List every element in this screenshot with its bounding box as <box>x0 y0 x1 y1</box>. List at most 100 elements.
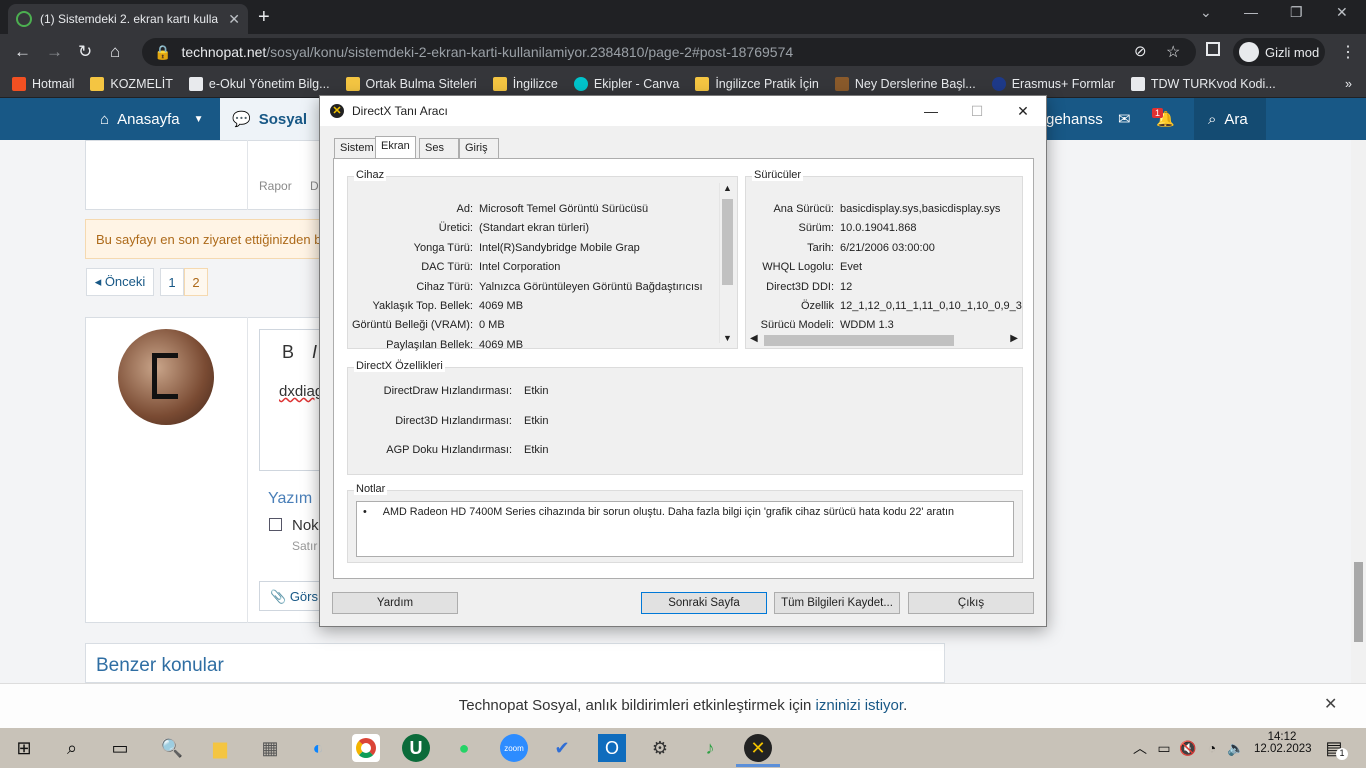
bookmark-ingilizce[interactable]: İngilizce <box>492 76 558 91</box>
upwork-icon[interactable]: U <box>402 734 430 762</box>
device-scrollbar[interactable]: ▲ ▼ <box>719 183 734 343</box>
bookmark-hotmail[interactable]: Hotmail <box>12 76 74 91</box>
menu-icon[interactable]: ⋮ <box>1340 42 1356 62</box>
active-app-indicator <box>736 764 780 767</box>
tab-sistem[interactable]: Sistem <box>334 138 380 158</box>
bold-button[interactable]: B <box>282 342 294 363</box>
user-menu[interactable]: gehanss <box>1046 98 1103 140</box>
zoom-icon[interactable]: zoom <box>500 734 528 762</box>
search-icon[interactable]: ⌕ <box>58 734 86 762</box>
file-explorer-icon[interactable]: ▆ <box>206 734 234 762</box>
start-icon[interactable]: ⊞ <box>10 734 38 762</box>
tab-search-icon[interactable]: ⌄ <box>1200 4 1212 21</box>
browser-tab[interactable]: (1) Sistemdeki 2. ekran kartı kulla ✕ <box>8 4 248 34</box>
report-link[interactable]: Rapor <box>259 179 292 193</box>
bullet-icon: • <box>363 506 367 518</box>
notification-dot: . <box>903 697 908 714</box>
new-tab-icon[interactable]: + <box>258 6 270 29</box>
restore-icon[interactable]: ❐ <box>1290 4 1303 21</box>
magnifier-app-icon[interactable]: 🔍 <box>158 734 186 762</box>
chrome-icon[interactable] <box>352 734 380 762</box>
driver-row-value: Evet <box>840 261 863 274</box>
home-icon[interactable]: ⌂ <box>110 42 120 62</box>
edge-icon[interactable]: ◐ <box>304 734 332 762</box>
device-row-label: Görüntü Belleği (VRAM): <box>351 319 473 332</box>
scroll-up-icon[interactable]: ▲ <box>720 183 735 193</box>
dialog-maximize-icon[interactable]: ☐ <box>954 96 1000 126</box>
help-button[interactable]: Yardım <box>332 592 458 614</box>
bookmark-eokul[interactable]: e-Okul Yönetim Bilg... <box>188 76 330 91</box>
hscroll-thumb[interactable] <box>764 335 954 346</box>
close-window-icon[interactable]: ✕ <box>1336 4 1348 21</box>
dialog-close-icon[interactable]: ✕ <box>1000 96 1046 126</box>
scroll-right-icon[interactable]: ▶ <box>1010 333 1018 344</box>
incognito-badge[interactable]: Gizli mod <box>1233 38 1325 66</box>
tab-giris[interactable]: Giriş <box>459 138 499 158</box>
report-next[interactable]: D <box>310 179 319 193</box>
star-icon[interactable]: ☆ <box>1166 42 1180 62</box>
editor-text[interactable]: dxdiag <box>279 383 323 400</box>
device-row-label: Cihaz Türü: <box>416 280 473 293</box>
bookmark-ney[interactable]: Ney Derslerine Başl... <box>834 76 976 91</box>
save-all-button[interactable]: Tüm Bilgileri Kaydet... <box>774 592 900 614</box>
bookmark-erasmus[interactable]: Erasmus+ Formlar <box>991 76 1115 91</box>
tab-ekran[interactable]: Ekran <box>375 136 416 159</box>
next-page-button[interactable]: Sonraki Sayfa <box>641 592 767 614</box>
nav-sosyal[interactable]: 💬 Sosyal <box>220 98 320 140</box>
whatsapp-icon[interactable]: ● <box>450 734 478 762</box>
prev-page-button[interactable]: ◂ Önceki <box>86 268 154 296</box>
address-bar[interactable]: 🔒 technopat.net/sosyal/konu/sistemdeki-2… <box>142 38 1196 66</box>
more-bookmarks-icon[interactable]: » <box>1345 77 1352 91</box>
driver-row-label: Tarih: <box>807 241 834 254</box>
todo-icon[interactable]: ✔ <box>548 734 576 762</box>
scroll-thumb[interactable] <box>722 199 733 285</box>
music-app-icon[interactable]: ♪ <box>696 734 724 762</box>
forward-icon[interactable]: → <box>46 42 63 62</box>
drivers-hscrollbar[interactable]: ◀ ▶ <box>748 333 1020 348</box>
tab-ses[interactable]: Ses <box>419 138 459 158</box>
back-icon[interactable]: ← <box>14 42 31 62</box>
bookmark-tdw[interactable]: TDW TURKvod Kodi... <box>1130 76 1276 91</box>
notification-link[interactable]: izninizi istiyor <box>816 697 904 714</box>
bookmark-ortak[interactable]: Ortak Bulma Siteleri <box>345 76 477 91</box>
scroll-down-icon[interactable]: ▼ <box>720 333 735 343</box>
dialog-minimize-icon[interactable]: — <box>908 96 954 126</box>
checkbox[interactable] <box>269 518 282 531</box>
nav-home[interactable]: ⌂ Anasayfa ▼ <box>100 98 204 140</box>
lock-icon: 🔒 <box>154 43 172 60</box>
close-tab-icon[interactable]: ✕ <box>228 11 240 28</box>
driver-row-value: WDDM 1.3 <box>840 319 894 330</box>
page-scrollbar[interactable] <box>1351 140 1366 683</box>
bookmark-kozmelit[interactable]: KOZMELİT <box>90 76 173 91</box>
settings-icon[interactable]: ⚙ <box>646 734 674 762</box>
side-panel-icon[interactable] <box>1206 42 1220 56</box>
task-view-icon[interactable]: ▭ <box>106 734 134 762</box>
directx-taskbar-icon[interactable]: ✕ <box>744 734 772 762</box>
search-icon: ⌕ <box>1208 110 1217 128</box>
speaker-icon[interactable]: 🔈 <box>1222 734 1250 762</box>
driver-row-value: basicdisplay.sys,basicdisplay.sys <box>840 203 1001 215</box>
bookmark-pratik[interactable]: İngilizce Pratik İçin <box>695 76 819 91</box>
eu-flag-icon <box>991 76 1006 91</box>
bell-icon[interactable]: 🔔 <box>1156 98 1175 140</box>
bookmark-canva[interactable]: Ekipler - Canva <box>573 76 679 91</box>
eye-off-icon[interactable]: ⊘ <box>1134 42 1147 60</box>
calculator-icon[interactable]: ▦ <box>256 734 284 762</box>
page-1-button[interactable]: 1 <box>160 268 184 296</box>
mail-icon[interactable]: ✉ <box>1118 98 1131 140</box>
reply-divider <box>247 317 248 623</box>
outlook-icon[interactable]: O <box>598 734 626 762</box>
scroll-left-icon[interactable]: ◀ <box>750 333 758 344</box>
page-2-button[interactable]: 2 <box>184 268 208 296</box>
exit-button[interactable]: Çıkış <box>908 592 1034 614</box>
search-button[interactable]: ⌕ Ara <box>1194 98 1266 140</box>
notes-box[interactable]: • AMD Radeon HD 7400M Series cihazında bi… <box>356 501 1014 557</box>
clock[interactable]: 14:12 12.02.2023 <box>1254 731 1312 755</box>
minimize-icon[interactable]: — <box>1244 4 1258 20</box>
reload-icon[interactable]: ↻ <box>78 42 92 62</box>
feature-row-value: Etkin <box>524 444 549 456</box>
scrollbar-thumb[interactable] <box>1354 562 1363 642</box>
device-group: Cihaz Ad: Microsoft Temel Görüntü Sürücüs… <box>347 169 738 351</box>
close-notification-icon[interactable]: ✕ <box>1324 694 1337 714</box>
italic-button[interactable]: I <box>312 342 317 363</box>
